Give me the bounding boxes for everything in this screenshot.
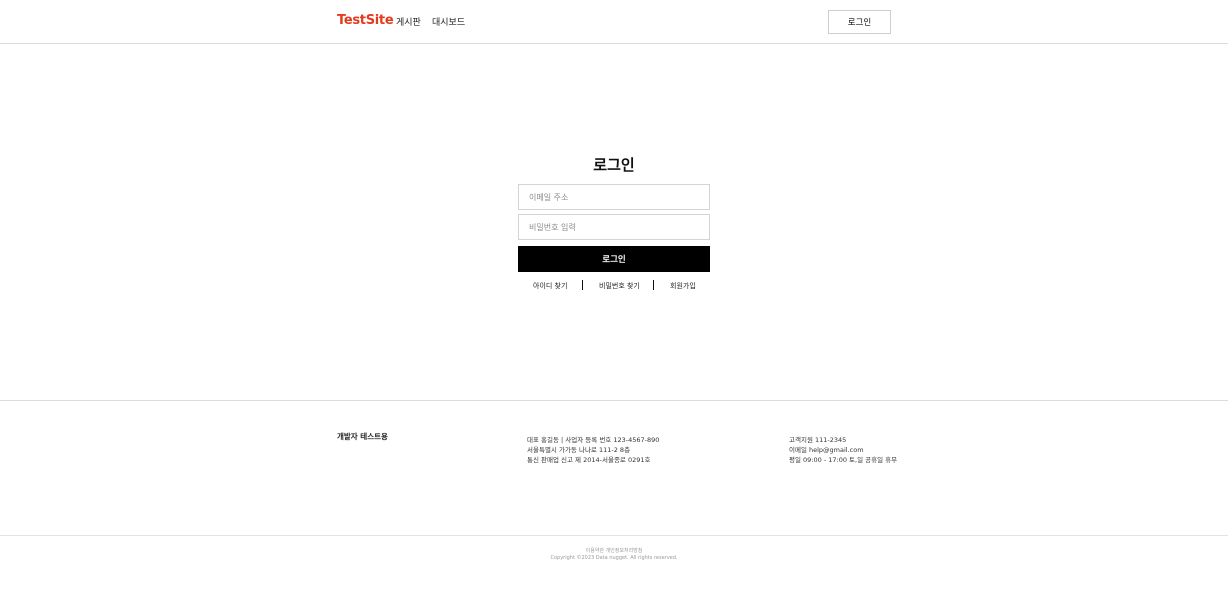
login-title: 로그인 xyxy=(593,156,635,174)
footer-copyright: Copyright ©2023 Data nugget. All rights … xyxy=(550,555,678,561)
email-input[interactable] xyxy=(518,184,710,210)
footer-support-phone: 고객지원 111-2345 xyxy=(789,436,847,444)
find-password-link[interactable]: 비밀번호 찾기 xyxy=(599,281,640,291)
link-divider xyxy=(582,280,583,290)
site-logo[interactable]: TestSite xyxy=(337,13,394,28)
find-id-link[interactable]: 아이디 찾기 xyxy=(533,281,567,291)
nav-board-link[interactable]: 게시판 xyxy=(396,15,421,28)
footer-legal-links[interactable]: 이용약관 개인정보처리방침 xyxy=(0,547,1228,554)
footer-support-email: 이메일 help@gmail.com xyxy=(789,446,864,454)
footer-company-info: 대표 홍길동 | 사업자 등록 번호 123-4567-890 xyxy=(527,436,660,444)
nav-dashboard-link[interactable]: 대시보드 xyxy=(432,15,465,28)
footer-company-registration: 통신 판매업 신고 제 2014-서울종로 0291호 xyxy=(527,456,651,464)
footer-support-hours: 평일 09:00 - 17:00 토,일 공휴일 휴무 xyxy=(789,456,898,464)
link-divider xyxy=(653,280,654,290)
header-login-button[interactable]: 로그인 xyxy=(828,10,891,34)
footer-company-address: 서울특별시 가가동 나나로 111-2 8층 xyxy=(527,446,631,454)
login-submit-button[interactable]: 로그인 xyxy=(518,246,710,272)
footer-brand: 개발자 테스트용 xyxy=(337,432,388,441)
site-header: TestSite 게시판 대시보드 로그인 xyxy=(0,0,1228,44)
footer-divider xyxy=(0,400,1228,401)
footer-bottom-divider xyxy=(0,535,1228,536)
password-input[interactable] xyxy=(518,214,710,240)
signup-link[interactable]: 회원가입 xyxy=(670,281,696,291)
